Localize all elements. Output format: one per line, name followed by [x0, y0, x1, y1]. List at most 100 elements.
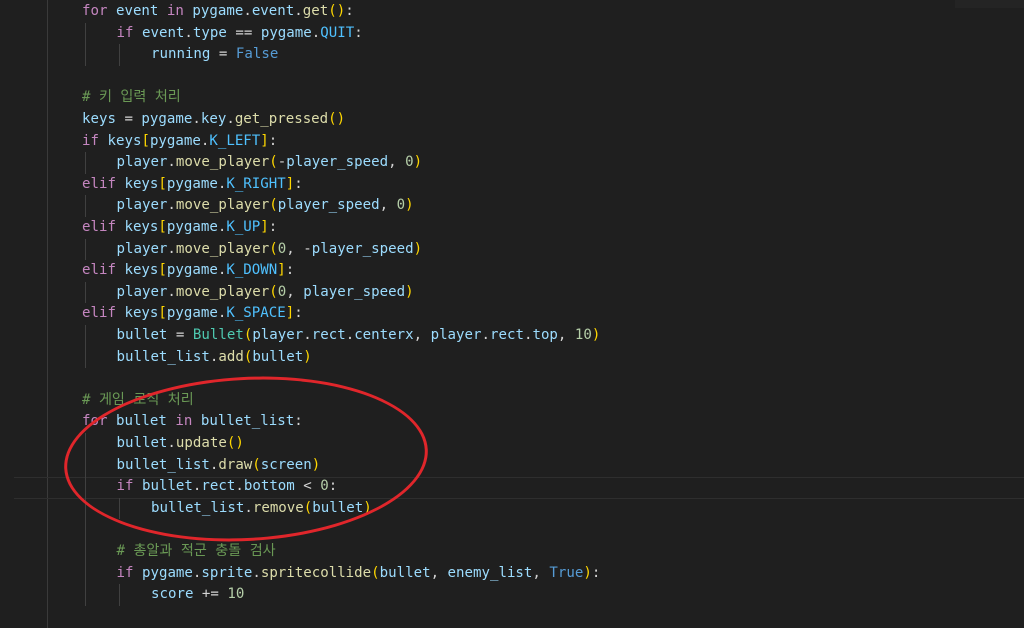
code-line[interactable]: elif keys[pygame.K_SPACE]: [82, 303, 303, 325]
code-token: 10 [227, 586, 245, 603]
code-token: False [235, 46, 279, 63]
code-token: player [116, 240, 168, 257]
code-token: pygame [166, 262, 218, 279]
code-token: bullet [312, 499, 364, 516]
code-token: bottom [243, 478, 295, 495]
code-token: < [294, 478, 321, 495]
code-line[interactable]: running = False [151, 44, 278, 66]
code-token: get [302, 3, 329, 19]
code-line[interactable]: # 총알과 적군 충돌 검사 [117, 541, 276, 563]
code-comment: # 게임 로직 처리 [82, 391, 194, 408]
code-token: if [116, 478, 134, 495]
code-token: type [192, 24, 227, 41]
code-line[interactable]: for event in pygame.event.get(): [82, 1, 354, 23]
code-token: in [166, 3, 184, 19]
code-line[interactable]: bullet_list.remove(bullet) [151, 498, 372, 520]
editor-corner-shade [955, 0, 1024, 8]
code-line[interactable]: player.move_player(0, -player_speed) [117, 239, 423, 261]
code-token: for [82, 413, 108, 430]
code-token: , [557, 327, 575, 343]
code-line[interactable]: if keys[pygame.K_LEFT]: [82, 131, 277, 153]
code-token: : [328, 478, 338, 495]
code-token: () [328, 111, 346, 127]
code-line[interactable]: bullet = Bullet(player.rect.centerx, pla… [117, 325, 601, 347]
code-token: = [167, 327, 193, 343]
code-token: bullet_list [116, 456, 210, 473]
code-token: move_player [175, 283, 270, 300]
code-token: player_speed [311, 240, 414, 257]
code-token: [ [158, 262, 167, 279]
code-line[interactable]: if event.type == pygame.QUIT: [117, 23, 363, 45]
code-line[interactable]: bullet.update() [117, 433, 244, 455]
code-line[interactable]: bullet_list.add(bullet) [117, 347, 312, 369]
code-line[interactable]: score += 10 [151, 584, 244, 606]
code-token: keys [124, 219, 159, 235]
code-editor[interactable]: for event in pygame.event.get(): if event… [0, 0, 1024, 628]
code-line[interactable]: keys = pygame.key.get_pressed() [82, 109, 345, 131]
code-token: top [532, 327, 558, 343]
code-line[interactable]: elif keys[pygame.K_RIGHT]: [82, 174, 303, 196]
code-token: 0 [320, 478, 329, 495]
code-token: keys [82, 111, 116, 127]
code-token: . [184, 24, 193, 41]
code-token: ( [269, 154, 278, 171]
code-token: keys [107, 132, 142, 149]
code-token: if [116, 564, 134, 581]
gutter-divider [47, 0, 48, 628]
code-token: ) [303, 348, 312, 365]
indent-guide [119, 44, 120, 66]
code-line[interactable]: player.move_player(-player_speed, 0) [117, 152, 423, 174]
code-token: ) [405, 197, 414, 214]
code-token: if [82, 132, 99, 149]
indent-guide [85, 152, 86, 174]
code-token: : [285, 262, 295, 279]
code-token: keys [124, 305, 159, 322]
code-token: ) [405, 283, 414, 300]
code-line[interactable]: for bullet in bullet_list: [82, 411, 303, 433]
code-token: ] [285, 305, 295, 322]
code-token: . [167, 283, 176, 300]
code-token: = [210, 46, 236, 63]
code-line[interactable]: if pygame.sprite.spritecollide(bullet, e… [117, 563, 601, 585]
code-token: bullet_list [200, 413, 295, 430]
code-token: . [481, 327, 491, 343]
code-token: in [175, 413, 193, 430]
indent-guide [85, 22, 86, 66]
code-token: pygame [141, 111, 193, 127]
code-line[interactable]: bullet_list.draw(screen) [117, 455, 321, 477]
code-token: pygame [166, 305, 218, 322]
code-token: ( [303, 499, 313, 516]
code-token: running [151, 46, 211, 63]
code-token: player [430, 327, 482, 343]
code-token: [ [158, 305, 167, 322]
code-token: ) [363, 499, 372, 516]
code-token: 0 [405, 154, 414, 171]
code-token: elif [82, 262, 116, 279]
code-token: += [193, 586, 228, 603]
code-line[interactable]: player.move_player(0, player_speed) [117, 282, 414, 304]
code-token: , [379, 197, 397, 214]
indent-guide [85, 433, 86, 606]
code-line[interactable]: elif keys[pygame.K_DOWN]: [82, 260, 294, 282]
code-token: move_player [175, 197, 270, 214]
code-line[interactable]: # 키 입력 처리 [82, 87, 181, 109]
code-comment: # 키 입력 처리 [82, 89, 181, 106]
code-line[interactable]: # 게임 로직 처리 [82, 390, 194, 412]
code-token: , [532, 564, 550, 581]
code-token: player [116, 197, 168, 214]
code-line[interactable]: player.move_player(player_speed, 0) [117, 195, 414, 217]
code-token: elif [82, 175, 116, 192]
code-token: bullet [116, 327, 168, 343]
code-token: move_player [175, 154, 270, 171]
code-token: K_RIGHT [226, 175, 286, 192]
code-token: get_pressed [234, 111, 329, 127]
code-line[interactable]: elif keys[pygame.K_UP]: [82, 217, 277, 239]
code-line[interactable]: if bullet.rect.bottom < 0: [117, 476, 338, 498]
code-token: spritecollide [260, 564, 372, 581]
code-token: ) [583, 564, 592, 581]
code-token: pygame [260, 24, 312, 41]
